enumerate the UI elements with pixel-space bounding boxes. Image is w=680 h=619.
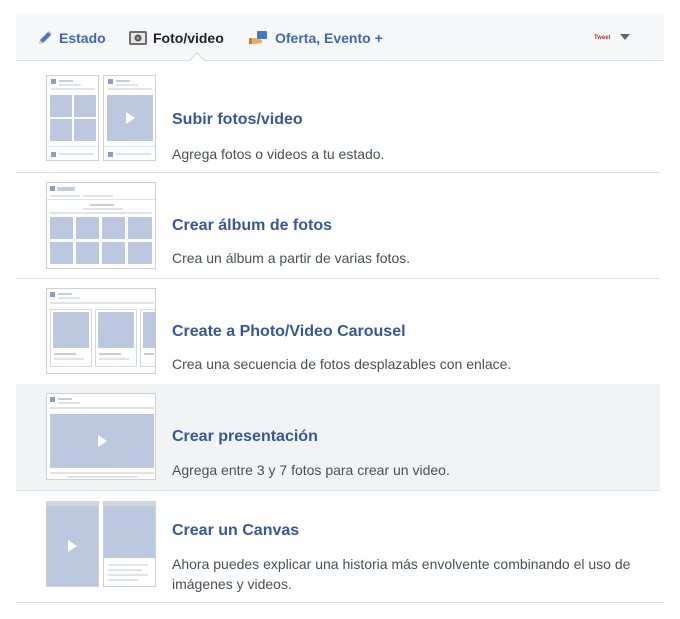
flag-text: Tweet [594, 35, 611, 41]
audience-selector[interactable]: Tweet [594, 29, 630, 45]
tab-oferta-label: Oferta, Evento + [275, 30, 383, 46]
chevron-down-icon [620, 34, 630, 40]
play-icon [126, 112, 135, 124]
thumb-canvas-right [103, 501, 156, 587]
option-title: Crear un Canvas [172, 522, 300, 539]
option-description: Agrega entre 3 y 7 fotos para crear un v… [172, 462, 450, 478]
option-title: Create a Photo/Video Carousel [172, 323, 406, 340]
pencil-icon [36, 29, 54, 47]
option-title: Crear álbum de fotos [172, 217, 333, 234]
option-description: Ahora puedes explicar una historia más e… [172, 556, 631, 592]
composer-tabs: Estado Foto/video Oferta, Evento + Tweet [16, 14, 664, 61]
thumb-carousel [46, 288, 156, 374]
tab-estado[interactable]: Estado [36, 28, 106, 48]
tab-oferta-evento[interactable]: Oferta, Evento + [248, 28, 383, 48]
option-carousel[interactable]: Create a Photo/Video Carousel Crea una s… [16, 278, 660, 385]
thumb-upload-photos [46, 75, 99, 161]
option-description: Crea un álbum a partir de varias fotos. [172, 250, 411, 266]
composer-panel: Estado Foto/video Oferta, Evento + Tweet [16, 14, 664, 603]
option-title: Subir fotos/video [172, 111, 303, 128]
flag-icon: Tweet [594, 32, 614, 42]
option-crear-album[interactable]: Crear álbum de fotos Crea un álbum a par… [16, 172, 660, 279]
play-icon [68, 540, 77, 552]
thumb-slideshow [46, 393, 156, 480]
tab-foto-video-label: Foto/video [153, 30, 224, 46]
thumb-photo-album [46, 182, 156, 269]
option-title: Crear presentación [172, 428, 318, 445]
option-description: Crea una secuencia de fotos desplazables… [172, 356, 512, 372]
option-subir-fotos[interactable]: Subir fotos/video Agrega fotos o videos … [16, 61, 660, 173]
option-crear-presentacion[interactable]: Crear presentación Agrega entre 3 y 7 fo… [16, 384, 660, 491]
active-tab-pointer [190, 54, 204, 61]
camera-icon [128, 29, 148, 47]
thumb-upload-video [103, 75, 156, 161]
play-icon [98, 435, 107, 447]
thumb-canvas-left [46, 501, 99, 587]
option-crear-canvas[interactable]: Crear un Canvas Ahora puedes explicar un… [16, 490, 660, 601]
tab-estado-label: Estado [59, 30, 106, 46]
offer-hand-icon [248, 29, 270, 47]
tab-foto-video[interactable]: Foto/video [128, 28, 224, 48]
option-description: Agrega fotos o videos a tu estado. [172, 146, 385, 162]
